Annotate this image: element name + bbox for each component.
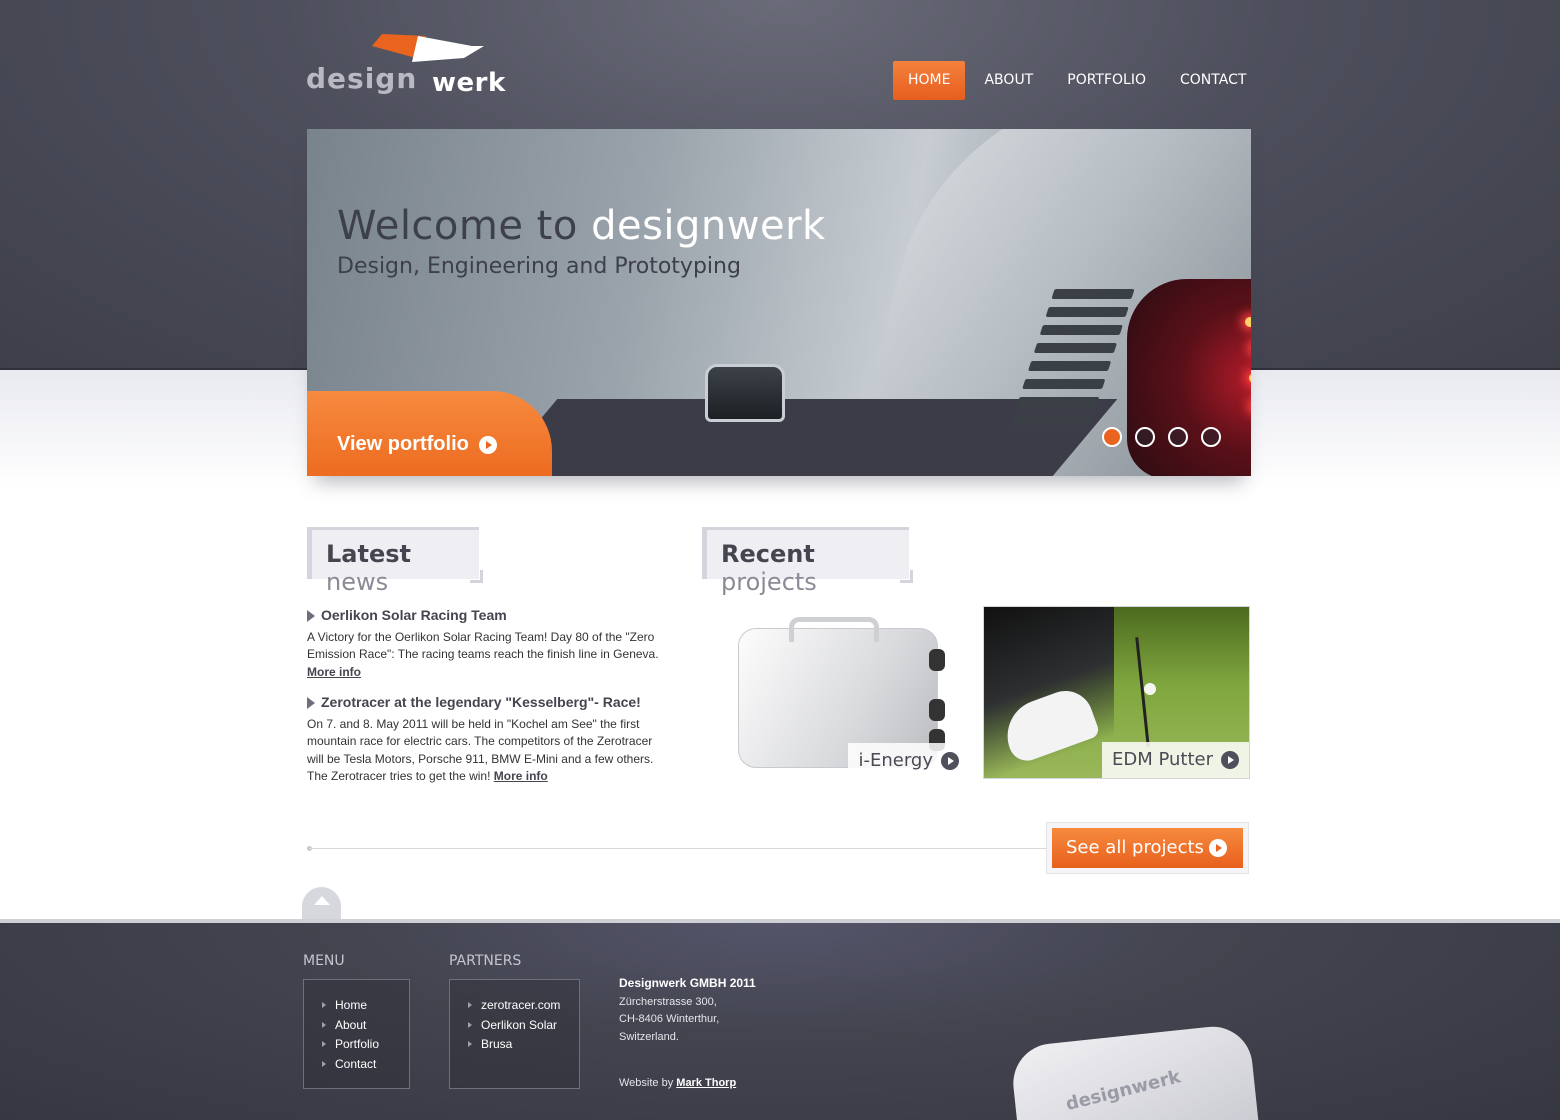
hero-subtitle: Design, Engineering and Prototyping <box>337 254 741 279</box>
footer <box>0 919 1560 1120</box>
footer-link-portfolio[interactable]: Portfolio <box>322 1035 409 1055</box>
address-line: CH-8406 Winterthur, <box>619 1013 720 1025</box>
footer-link-about[interactable]: About <box>322 1016 409 1036</box>
news-list: Oerlikon Solar Racing Team A Victory for… <box>307 607 672 799</box>
credit-author-link[interactable]: Mark Thorp <box>676 1077 736 1089</box>
partner-link-zerotracer[interactable]: zerotracer.com <box>468 996 579 1016</box>
projects-heading-bold: Recent <box>721 540 815 568</box>
logo-word-werk: werk <box>432 68 506 98</box>
news-item-text: A Victory for the Oerlikon Solar Racing … <box>307 629 659 662</box>
logo-wing-icon <box>372 34 484 62</box>
footer-link-home[interactable]: Home <box>322 996 409 1016</box>
play-icon <box>941 752 959 770</box>
play-icon <box>1209 839 1227 857</box>
nav-about[interactable]: ABOUT <box>969 61 1048 100</box>
hero-title: Welcome to designwerk <box>337 203 826 249</box>
news-item-title[interactable]: Oerlikon Solar Racing Team <box>307 607 672 625</box>
main-nav: HOME ABOUT PORTFOLIO CONTACT <box>893 61 1265 100</box>
more-info-link[interactable]: More info <box>494 769 548 783</box>
project-label: EDM Putter <box>1101 742 1249 778</box>
footer-credit: Website by Mark Thorp <box>619 1077 736 1089</box>
address-line: Zürcherstrasse 300, <box>619 995 717 1008</box>
footer-menu-title: MENU <box>303 953 345 969</box>
hero-car-mirror <box>705 364 785 422</box>
news-heading-bold: Latest <box>326 540 411 568</box>
news-item-title[interactable]: Zerotracer at the legendary "Kesselberg"… <box>307 694 672 712</box>
news-item-body: On 7. and 8. May 2011 will be held in "K… <box>307 716 672 786</box>
project-label-text: EDM Putter <box>1111 749 1213 770</box>
slider-dot-3[interactable] <box>1168 427 1188 447</box>
play-icon <box>1221 751 1239 769</box>
view-portfolio-button[interactable]: View portfolio <box>307 391 552 476</box>
slider-dot-2[interactable] <box>1135 427 1155 447</box>
project-label: i-Energy <box>848 743 969 779</box>
news-item-text: On 7. and 8. May 2011 will be held in "K… <box>307 716 654 784</box>
slider-dot-1[interactable] <box>1102 427 1122 447</box>
project-card-edm-putter[interactable]: EDM Putter <box>983 606 1250 779</box>
address-line: Switzerland. <box>619 1030 679 1043</box>
more-info-link[interactable]: More info <box>307 665 361 679</box>
footer-company: Designwerk GMBH 2011 <box>619 976 756 990</box>
news-item-body: A Victory for the Oerlikon Solar Racing … <box>307 629 672 682</box>
hero-title-lead: Welcome to <box>337 203 578 249</box>
footer-link-contact[interactable]: Contact <box>322 1055 409 1075</box>
news-item: Zerotracer at the legendary "Kesselberg"… <box>307 694 672 786</box>
nav-portfolio[interactable]: PORTFOLIO <box>1052 61 1161 100</box>
news-item: Oerlikon Solar Racing Team A Victory for… <box>307 607 672 681</box>
slider-dot-4[interactable] <box>1201 427 1221 447</box>
hero-title-accent: designwerk <box>591 203 826 249</box>
partner-link-oerlikon[interactable]: Oerlikon Solar <box>468 1016 579 1036</box>
footer-badge-text: designwerk <box>1063 1066 1183 1116</box>
projects-heading-light: projects <box>721 568 817 596</box>
project-card-i-energy[interactable]: i-Energy <box>702 606 969 779</box>
play-icon <box>479 436 497 454</box>
footer-partners-title: PARTNERS <box>449 953 522 969</box>
partner-link-brusa[interactable]: Brusa <box>468 1035 579 1055</box>
slider-dots <box>1102 427 1234 447</box>
hero-slider: Welcome to designwerk Design, Engineerin… <box>307 129 1251 476</box>
footer-address: Designwerk GMBH 2011 Zürcherstrasse 300,… <box>619 975 756 1046</box>
logo[interactable]: design werk <box>306 32 536 98</box>
view-portfolio-label: View portfolio <box>337 433 469 455</box>
see-all-projects-button[interactable]: See all projects <box>1052 828 1243 868</box>
recent-projects-heading: Recent projects <box>702 527 913 596</box>
nav-home[interactable]: HOME <box>893 61 966 100</box>
see-all-projects-frame: See all projects <box>1046 822 1249 874</box>
section-divider <box>309 848 1047 849</box>
scroll-to-top-icon[interactable] <box>302 887 341 921</box>
footer-partners: zerotracer.com Oerlikon Solar Brusa <box>449 979 580 1089</box>
credit-prefix: Website by <box>619 1077 674 1089</box>
see-all-projects-label: See all projects <box>1066 837 1204 858</box>
nav-contact[interactable]: CONTACT <box>1165 61 1261 100</box>
logo-word-design: design <box>306 62 418 95</box>
golf-ball-image <box>1144 683 1156 695</box>
news-heading-light: news <box>326 568 389 596</box>
project-label-text: i-Energy <box>858 750 933 771</box>
latest-news-heading: Latest news <box>307 527 483 596</box>
footer-menu: Home About Portfolio Contact <box>303 979 410 1089</box>
